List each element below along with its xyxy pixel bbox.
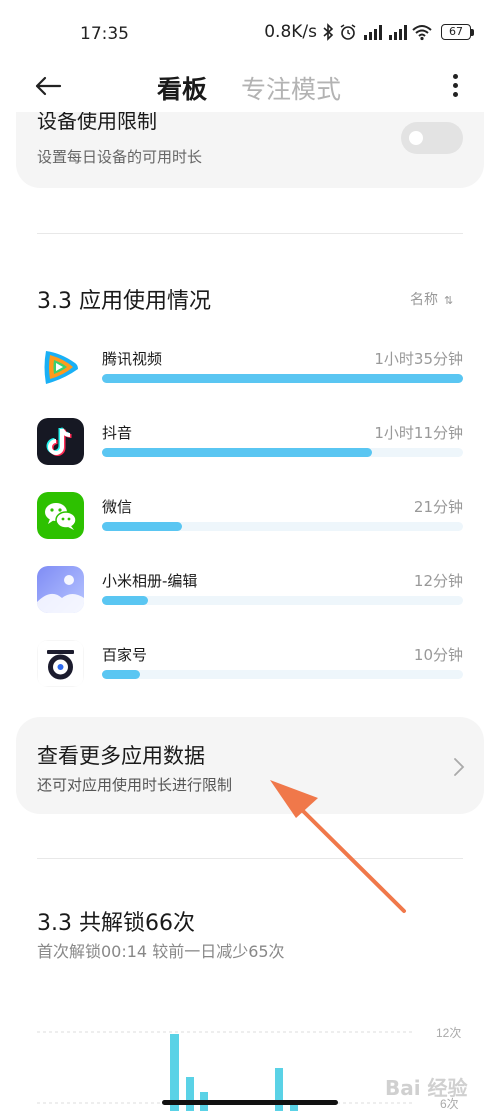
list-item[interactable]: 腾讯视频 1小时35分钟 xyxy=(37,344,463,394)
arrow-left-icon xyxy=(35,76,62,96)
device-limit-subtitle: 设置每日设备的可用时长 xyxy=(37,148,203,166)
app-time: 21分钟 xyxy=(413,498,463,516)
app-time: 10分钟 xyxy=(413,646,463,664)
back-button[interactable] xyxy=(32,70,72,102)
signal-hd-icon xyxy=(389,24,407,40)
usage-bar-fill xyxy=(102,374,463,383)
usage-bar-fill xyxy=(102,448,372,457)
divider xyxy=(37,233,463,234)
usage-bar xyxy=(102,670,463,679)
list-item[interactable]: 百家号 10分钟 xyxy=(37,640,463,690)
more-data-subtitle: 还可对应用使用时长进行限制 xyxy=(37,776,233,794)
watermark-text: Bai 经验 xyxy=(385,1076,468,1100)
app-name: 百家号 xyxy=(102,646,148,664)
wifi-icon xyxy=(412,25,432,41)
usage-bar xyxy=(102,522,463,531)
unlock-subtitle: 首次解锁00:14 较前一日减少65次 xyxy=(37,942,285,961)
sort-label: 名称 xyxy=(410,292,438,308)
chart-bar xyxy=(290,1104,298,1111)
top-navigation: 看板 专注模式 xyxy=(0,62,500,112)
view-more-app-data-button[interactable]: 查看更多应用数据 还可对应用使用时长进行限制 xyxy=(16,717,484,814)
signal-hd-icon xyxy=(364,24,382,40)
battery-icon: 67 xyxy=(441,24,474,40)
baidu-watermark: Bai 经验 xyxy=(385,1058,495,1108)
alarm-icon xyxy=(340,24,356,40)
usage-bar-fill xyxy=(102,522,182,531)
list-item[interactable]: 小米相册-编辑 12分钟 xyxy=(37,566,463,616)
more-data-title: 查看更多应用数据 xyxy=(37,744,205,768)
app-name: 腾讯视频 xyxy=(102,350,163,368)
unlock-title: 3.3 共解锁66次 xyxy=(37,911,195,936)
usage-bar-fill xyxy=(102,670,140,679)
toggle-knob xyxy=(409,131,423,145)
status-time: 17:35 xyxy=(80,24,129,44)
app-time: 12分钟 xyxy=(413,572,463,590)
status-icons: 0.8K/s 67 xyxy=(264,22,474,42)
baijiahao-icon xyxy=(37,640,84,687)
app-time: 1小时35分钟 xyxy=(374,350,463,368)
sort-button[interactable]: 名称 ⇅ xyxy=(410,289,453,309)
status-bar: 17:35 0.8K/s 67 xyxy=(0,0,500,70)
tab-dashboard[interactable]: 看板 xyxy=(157,70,207,106)
device-limit-title: 设备使用限制 xyxy=(37,112,157,133)
device-limit-card[interactable]: 设备使用限制 设置每日设备的可用时长 xyxy=(16,112,484,188)
app-name: 微信 xyxy=(102,498,133,516)
bluetooth-icon xyxy=(323,23,334,41)
app-usage-title: 3.3 应用使用情况 xyxy=(37,289,211,314)
more-vertical-icon xyxy=(446,74,464,97)
list-item[interactable]: 抖音 1小时11分钟 xyxy=(37,418,463,468)
sort-icon: ⇅ xyxy=(444,294,454,307)
axis-label: 12次 xyxy=(436,1026,461,1040)
divider xyxy=(37,858,463,859)
app-name: 小米相册-编辑 xyxy=(102,572,198,590)
more-menu-button[interactable] xyxy=(446,72,464,102)
list-item[interactable]: 微信 21分钟 xyxy=(37,492,463,542)
usage-bar xyxy=(102,448,463,457)
device-limit-toggle[interactable] xyxy=(401,122,463,154)
gallery-editor-icon xyxy=(37,566,84,613)
usage-bar xyxy=(102,596,463,605)
tab-focus-mode[interactable]: 专注模式 xyxy=(241,70,341,106)
app-time: 1小时11分钟 xyxy=(374,424,463,442)
network-speed: 0.8K/s xyxy=(264,22,317,42)
chart-bar xyxy=(186,1077,194,1111)
battery-level: 67 xyxy=(441,24,471,40)
home-indicator[interactable] xyxy=(162,1100,338,1105)
wechat-icon xyxy=(37,492,84,539)
tencent-video-icon xyxy=(37,344,84,391)
chevron-right-icon xyxy=(454,758,465,776)
usage-bar-fill xyxy=(102,596,148,605)
app-name: 抖音 xyxy=(102,424,133,442)
usage-bar xyxy=(102,374,463,383)
douyin-icon xyxy=(37,418,84,465)
